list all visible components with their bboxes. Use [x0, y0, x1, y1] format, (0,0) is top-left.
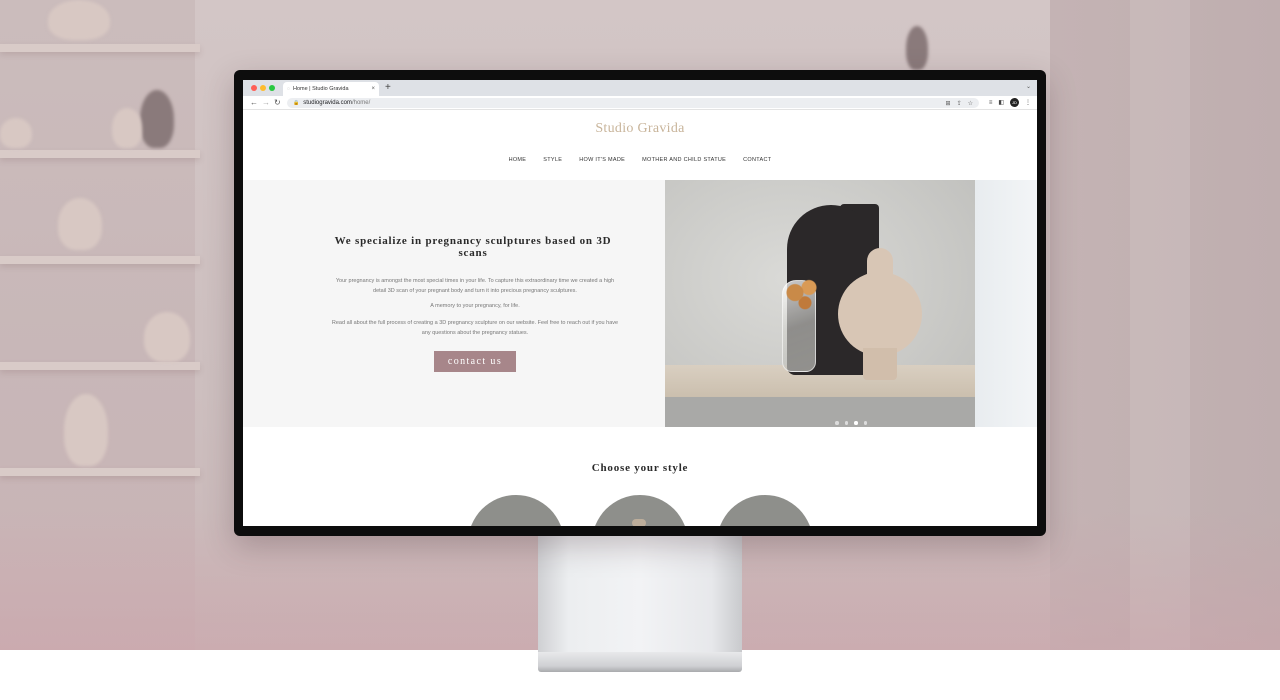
- monitor-stand: [538, 532, 742, 652]
- nav-mother-and-child-statue[interactable]: MOTHER AND CHILD STATUE: [642, 157, 726, 163]
- loading-icon: ◌: [287, 86, 290, 92]
- background-vase: [112, 108, 142, 148]
- photo-window-light: [975, 180, 1037, 427]
- choose-style-heading: Choose your style: [591, 462, 689, 474]
- tab-search-chevron-icon[interactable]: ⌄: [1026, 83, 1031, 90]
- site-logo[interactable]: Studio Gravida: [243, 121, 1037, 137]
- background-shelf: [0, 468, 200, 476]
- forward-button[interactable]: →: [262, 97, 270, 109]
- background-vase: [58, 198, 102, 250]
- address-bar[interactable]: 🔒 studiogravida.com/home/ ⊞ ⇪ ☆: [287, 98, 979, 108]
- hero-heading: We specialize in pregnancy sculptures ba…: [334, 235, 612, 259]
- hero-paragraph: Your pregnancy is amongst the most speci…: [335, 278, 615, 294]
- new-tab-button[interactable]: +: [385, 82, 391, 94]
- main-navigation: HOME STYLE HOW IT'S MADE MOTHER AND CHIL…: [243, 157, 1037, 163]
- lock-icon[interactable]: 🔒: [293, 100, 299, 106]
- website-page: Studio Gravida HOME STYLE HOW IT'S MADE …: [243, 111, 1037, 526]
- reload-button[interactable]: ↻: [274, 97, 281, 109]
- style-option-circle[interactable]: [592, 495, 688, 526]
- url-text[interactable]: studiogravida.com/home/: [303, 100, 370, 106]
- background-vase: [144, 312, 190, 362]
- background-vase: [906, 26, 928, 70]
- monitor-screen: ◌ Home | Studio Gravida × + ⌄ ← → ↻ 🔒 st…: [243, 80, 1037, 526]
- close-window-button[interactable]: [251, 85, 257, 91]
- hero-text-panel: We specialize in pregnancy sculptures ba…: [243, 180, 665, 427]
- minimize-window-button[interactable]: [260, 85, 266, 91]
- background-vase: [48, 0, 110, 40]
- hero-image-slider[interactable]: [665, 180, 1037, 427]
- nav-home[interactable]: HOME: [509, 157, 527, 163]
- back-button[interactable]: ←: [250, 97, 258, 109]
- beige-vase-foot: [863, 348, 897, 380]
- tab-title: Home | Studio Gravida: [292, 86, 349, 92]
- hero-tagline: A memory to your pregnancy, for life.: [430, 303, 520, 309]
- slider-pagination: [835, 421, 867, 425]
- menu-icon[interactable]: ⋮: [1025, 99, 1031, 106]
- close-tab-icon[interactable]: ×: [371, 86, 375, 92]
- nav-style[interactable]: STYLE: [543, 157, 562, 163]
- share-icon[interactable]: ⇪: [957, 100, 962, 107]
- browser-toolbar: ← → ↻ 🔒 studiogravida.com/home/ ⊞ ⇪ ☆ ≡ …: [243, 96, 1037, 110]
- url-path: /home/: [351, 100, 371, 106]
- background-vase: [140, 90, 174, 148]
- maximize-window-button[interactable]: [269, 85, 275, 91]
- nav-how-its-made[interactable]: HOW IT'S MADE: [579, 157, 625, 163]
- beige-vase: [838, 272, 922, 356]
- slider-dot-active[interactable]: [854, 421, 858, 425]
- sidebar-icon[interactable]: ◧: [998, 99, 1004, 106]
- browser-tab-active[interactable]: ◌ Home | Studio Gravida ×: [283, 82, 379, 96]
- contact-us-button[interactable]: contact us: [434, 351, 516, 372]
- style-option-circle[interactable]: [717, 495, 813, 526]
- url-domain: studiogravida.com: [303, 100, 352, 106]
- photo-shelf-edge: [665, 397, 975, 427]
- hero-paragraph: Read all about the full process of creat…: [331, 320, 619, 336]
- extensions-icon[interactable]: ≡: [989, 100, 993, 106]
- slider-dot[interactable]: [835, 421, 839, 425]
- star-icon[interactable]: ☆: [968, 100, 973, 107]
- slider-dot[interactable]: [863, 421, 867, 425]
- gold-leaf-detail: [783, 279, 823, 313]
- sculpture-thumbnail: [632, 519, 646, 526]
- profile-avatar[interactable]: JD: [1010, 98, 1019, 107]
- browser-tab-bar: ◌ Home | Studio Gravida × + ⌄: [243, 80, 1037, 96]
- background-vase: [0, 118, 32, 148]
- monitor-base: [538, 652, 742, 672]
- background-shelf: [0, 256, 200, 264]
- nav-contact[interactable]: CONTACT: [743, 157, 771, 163]
- translate-icon[interactable]: ⊞: [946, 100, 951, 107]
- background-vase: [64, 394, 108, 466]
- background-shelf: [0, 150, 200, 158]
- background-shelf: [0, 44, 200, 52]
- style-option-circle[interactable]: [468, 495, 564, 526]
- slider-dot[interactable]: [844, 421, 848, 425]
- background-shelf: [0, 362, 200, 370]
